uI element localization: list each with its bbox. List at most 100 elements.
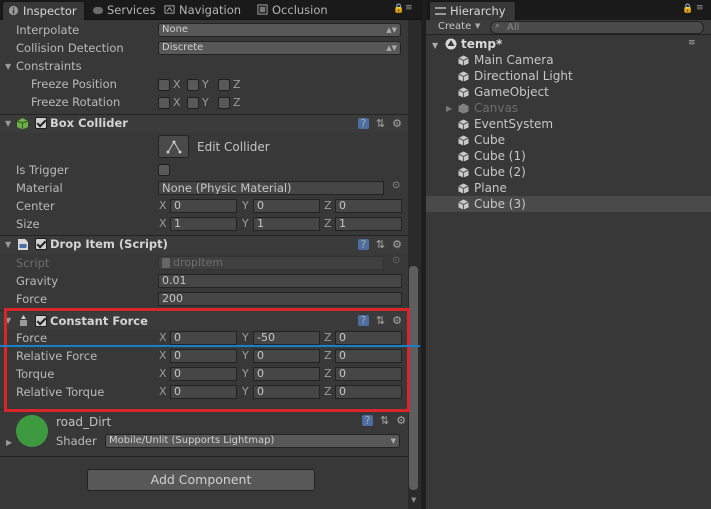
shader-value: Mobile/Unlit (Supports Lightmap)	[109, 435, 275, 446]
hierarchy-item[interactable]: EventSystem	[474, 117, 553, 131]
size-y-field[interactable]: 1	[253, 217, 320, 231]
box-collider-header[interactable]: ▼ Box Collider ? ⇅ ⚙	[0, 115, 408, 133]
box-collider-enabled-checkbox[interactable]	[35, 117, 47, 129]
tab-services[interactable]: Services	[88, 1, 156, 20]
edit-collider-button[interactable]	[158, 135, 189, 158]
freeze-position-x-checkbox[interactable]	[158, 79, 170, 91]
axis-label: X	[173, 78, 181, 91]
help-icon[interactable]: ?	[357, 239, 369, 250]
help-icon[interactable]: ?	[357, 118, 369, 129]
gear-icon[interactable]: ⚙	[392, 238, 402, 251]
hierarchy-item[interactable]: Canvas	[474, 101, 518, 115]
material-name: road_Dirt	[56, 415, 112, 429]
scene-menu-icon[interactable]: ≡	[688, 38, 696, 48]
center-label: Center	[16, 199, 55, 213]
hierarchy-item[interactable]: Plane	[474, 181, 507, 195]
menu-icon[interactable]: ≡	[405, 3, 413, 13]
axis-label: Z	[233, 96, 241, 109]
hierarchy-item[interactable]: Main Camera	[474, 53, 554, 67]
scene-foldout-icon[interactable]: ▼	[432, 41, 438, 50]
drop-item-title: Drop Item (Script)	[50, 237, 168, 251]
axis-label: X	[159, 217, 167, 230]
tab-navigation[interactable]: Navigation	[159, 1, 241, 20]
drop-item-foldout-icon[interactable]: ▼	[5, 240, 11, 249]
gameobject-icon	[458, 199, 469, 210]
unity-scene-icon	[445, 38, 457, 50]
force-field[interactable]: 200	[158, 292, 402, 306]
shader-dropdown[interactable]: Mobile/Unlit (Supports Lightmap) ▼	[105, 434, 400, 448]
material-label: Material	[16, 181, 63, 195]
axis-label: Y	[242, 199, 249, 212]
drop-item-enabled-checkbox[interactable]	[35, 238, 47, 250]
highlight-box	[4, 308, 410, 412]
scene-name[interactable]: temp*	[461, 37, 502, 51]
hierarchy-item[interactable]: Cube (1)	[474, 149, 526, 163]
gravity-field[interactable]: 0.01	[158, 274, 402, 288]
help-icon[interactable]: ?	[362, 415, 373, 426]
menu-icon[interactable]: ≡	[696, 3, 704, 13]
create-button[interactable]: Create	[438, 21, 471, 32]
preset-icon[interactable]: ⇅	[380, 414, 389, 427]
box-collider-title: Box Collider	[50, 116, 128, 130]
freeze-position-y-checkbox[interactable]	[187, 79, 199, 91]
navigation-icon	[164, 5, 175, 14]
hierarchy-item[interactable]: Cube	[474, 133, 505, 147]
hierarchy-item[interactable]: Directional Light	[474, 69, 573, 83]
tab-occlusion[interactable]: Occlusion	[252, 1, 328, 20]
axis-label: Z	[324, 217, 332, 230]
preset-icon[interactable]: ⇅	[376, 117, 385, 130]
tab-hierarchy[interactable]: Hierarchy	[429, 1, 516, 20]
lock-icon[interactable]: 🔒	[393, 4, 404, 14]
canvas-foldout-icon[interactable]: ▶	[446, 104, 452, 113]
list-icon	[435, 7, 446, 15]
collision-detection-dropdown[interactable]: Discrete ▲▼	[158, 41, 401, 55]
edit-collider-icon	[166, 140, 182, 154]
interpolate-dropdown[interactable]: None ▲▼	[158, 23, 401, 37]
is-trigger-checkbox[interactable]	[158, 164, 170, 176]
axis-label: Z	[324, 199, 332, 212]
center-y-field[interactable]: 0	[253, 199, 320, 213]
tab-inspector-label: Inspector	[23, 4, 77, 18]
search-icon: ⌕	[495, 21, 501, 31]
freeze-rotation-z-checkbox[interactable]	[218, 97, 230, 109]
freeze-rotation-label: Freeze Rotation	[31, 95, 121, 109]
freeze-rotation-x-checkbox[interactable]	[158, 97, 170, 109]
tab-services-label: Services	[107, 3, 156, 17]
freeze-rotation-y-checkbox[interactable]	[187, 97, 199, 109]
separator	[0, 456, 408, 457]
drop-item-header[interactable]: ▼ Drop Item (Script) ? ⇅ ⚙	[0, 236, 408, 254]
hierarchy-item[interactable]: GameObject	[474, 85, 549, 99]
constraints-foldout-icon[interactable]: ▼	[5, 62, 11, 71]
tab-inspector[interactable]: Inspector	[2, 1, 85, 20]
add-component-button[interactable]: Add Component	[87, 469, 315, 491]
info-icon	[8, 5, 19, 16]
script-value: dropItem	[173, 256, 224, 269]
gear-icon[interactable]: ⚙	[396, 414, 406, 427]
lock-icon[interactable]: 🔒	[682, 4, 693, 14]
force-label: Force	[16, 292, 48, 306]
gear-icon[interactable]: ⚙	[392, 117, 402, 130]
interpolate-label: Interpolate	[16, 23, 80, 37]
search-placeholder: All	[507, 22, 520, 33]
object-picker-icon: ⊙	[392, 255, 401, 266]
hierarchy-search-input[interactable]: ⌕ All	[490, 21, 704, 34]
inspector-scrollbar-thumb[interactable]	[409, 266, 418, 490]
scroll-down-arrow-icon[interactable]: ▼	[411, 496, 416, 504]
gameobject-icon	[458, 87, 469, 98]
size-x-field[interactable]: 1	[170, 217, 237, 231]
freeze-position-z-checkbox[interactable]	[218, 79, 230, 91]
axis-label: Y	[242, 217, 249, 230]
material-foldout-icon[interactable]: ▶	[6, 438, 12, 447]
preset-icon[interactable]: ⇅	[376, 238, 385, 251]
hierarchy-item[interactable]: Cube (2)	[474, 165, 526, 179]
hierarchy-tabbar: Hierarchy 🔒 ≡	[426, 0, 711, 20]
shader-label: Shader	[56, 434, 97, 448]
hierarchy-item-selected[interactable]: Cube (3)	[474, 197, 526, 211]
center-z-field[interactable]: 0	[335, 199, 402, 213]
center-x-field[interactable]: 0	[170, 199, 237, 213]
gameobject-icon	[458, 119, 469, 130]
material-field[interactable]: None (Physic Material)	[158, 181, 384, 195]
size-z-field[interactable]: 1	[335, 217, 402, 231]
object-picker-icon[interactable]: ⊙	[392, 180, 400, 191]
box-collider-foldout-icon[interactable]: ▼	[5, 119, 11, 128]
